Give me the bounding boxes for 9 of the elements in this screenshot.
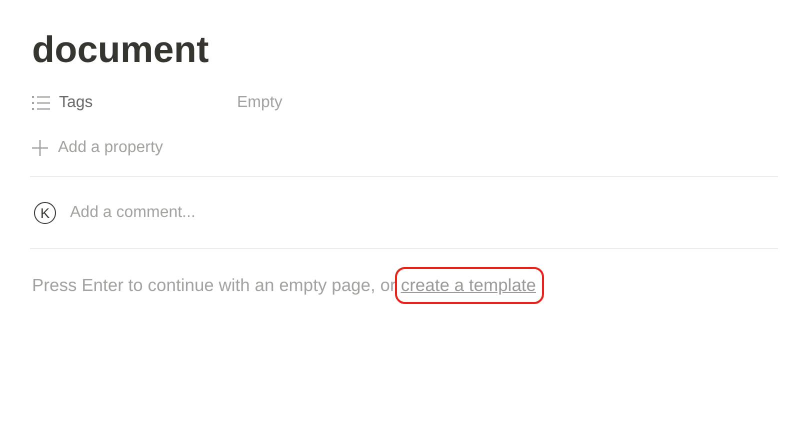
hint-text: Press Enter to continue with an empty page, or bbox=[32, 275, 396, 296]
page-title: document bbox=[32, 28, 210, 72]
list-icon bbox=[32, 96, 50, 110]
create-template-link[interactable]: create a template bbox=[400, 275, 536, 296]
property-name[interactable]: Tags bbox=[59, 94, 93, 112]
add-property-button[interactable]: Add a property bbox=[32, 139, 163, 157]
property-value[interactable]: Empty bbox=[237, 94, 282, 112]
avatar: K bbox=[34, 202, 56, 224]
plus-icon bbox=[32, 140, 48, 156]
